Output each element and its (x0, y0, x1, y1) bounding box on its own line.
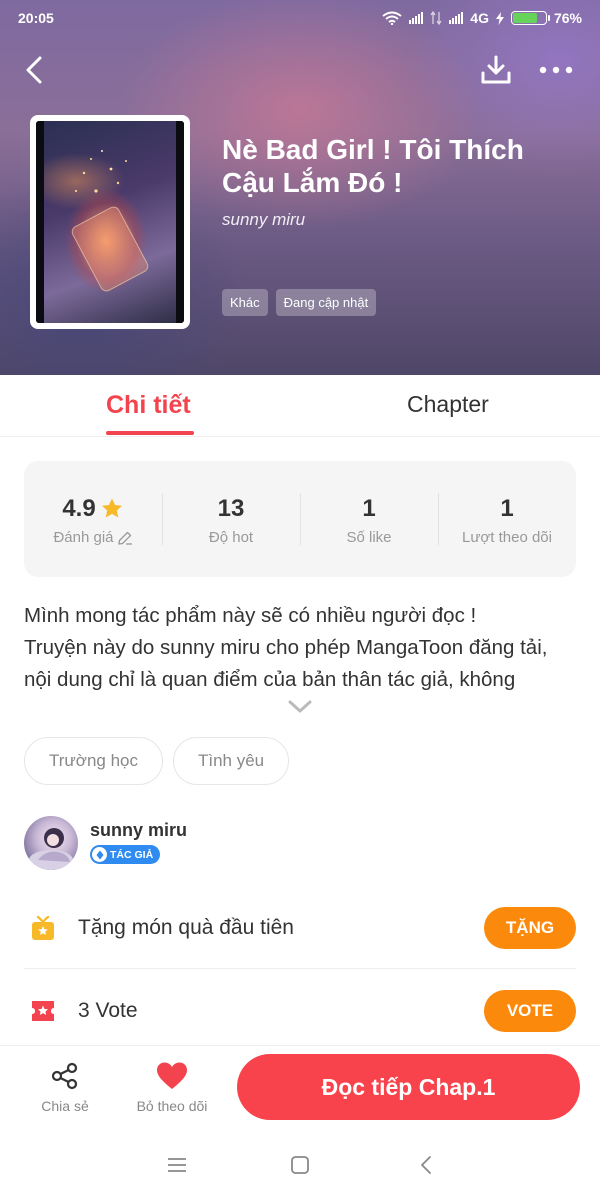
data-transfer-icon (430, 11, 442, 25)
star-icon (101, 498, 122, 518)
hot-value: 13 (217, 495, 245, 522)
share-button[interactable]: Chia sẻ (20, 1060, 110, 1114)
cover-sparkles (71, 150, 149, 292)
pen-nib-icon (92, 847, 107, 862)
back-button[interactable] (14, 50, 54, 90)
download-button[interactable] (476, 50, 516, 90)
unfollow-button[interactable]: Bỏ theo dõi (127, 1060, 217, 1114)
status-icons: 4G 76% (382, 10, 582, 26)
book-header: 20:05 4G 76% Nè Bad Girl ! Tôi Thích Cậu… (0, 0, 600, 375)
tab-chapter[interactable]: Chapter (407, 391, 489, 418)
recent-apps-button[interactable] (164, 1152, 190, 1178)
battery-icon (510, 11, 550, 25)
vote-text: 3 Vote (78, 999, 484, 1023)
book-title: Nè Bad Girl ! Tôi Thích Cậu Lắm Đó ! (222, 134, 524, 198)
likes-value: 1 (362, 495, 376, 522)
menu-icon (168, 1158, 186, 1172)
description-line: nội dung chỉ là quan điểm của bản thân t… (24, 668, 516, 691)
genre-chip[interactable]: Tình yêu (172, 737, 290, 785)
genre-list: Trường học Tình yêu (24, 737, 290, 785)
stats-panel: 4.9 Đánh giá 13 Độ hot 1 Số like 1 Lượt … (24, 461, 576, 577)
rating-label: Đánh giá (53, 529, 114, 546)
vote-row: 3 Vote VOTE (24, 970, 576, 1052)
tab-details[interactable]: Chi tiết (106, 391, 191, 420)
stat-followers: 1 Lượt theo dõi (438, 461, 576, 577)
book-cover[interactable] (30, 115, 190, 329)
chevron-down-icon (288, 700, 312, 713)
status-time: 20:05 (18, 10, 54, 26)
system-navigation-bar (0, 1130, 600, 1200)
gift-button[interactable]: TẶNG (484, 906, 576, 949)
book-cover-image (36, 121, 184, 323)
stat-likes: 1 Số like (300, 461, 438, 577)
stat-hot: 13 Độ hot (162, 461, 300, 577)
wifi-icon (382, 11, 402, 25)
share-icon (51, 1062, 78, 1090)
share-label: Chia sẻ (41, 1098, 89, 1114)
genre-chip[interactable]: Trường học (24, 737, 163, 785)
followers-value: 1 (500, 495, 514, 522)
tab-bar: Chi tiết Chapter (0, 375, 600, 437)
avatar-illustration (29, 828, 73, 870)
network-type: 4G (470, 10, 489, 26)
vote-ticket-icon (28, 996, 58, 1026)
system-back-button[interactable] (413, 1152, 439, 1178)
description-line: Truyện này do sunny miru cho phép MangaT… (24, 636, 548, 659)
book-author[interactable]: sunny miru (222, 210, 305, 230)
vote-count: 3 (78, 999, 90, 1022)
more-options-button[interactable] (536, 50, 576, 90)
author-name[interactable]: sunny miru (90, 820, 187, 841)
rating-value: 4.9 (62, 495, 96, 522)
author-badge-label: TÁC GIẢ (110, 848, 154, 861)
stat-rating[interactable]: 4.9 Đánh giá (24, 461, 162, 577)
hot-label: Độ hot (208, 529, 254, 546)
tag-category[interactable]: Khác (222, 289, 268, 316)
status-bar: 20:05 4G 76% (0, 0, 600, 36)
continue-reading-button[interactable]: Đọc tiếp Chap.1 (237, 1054, 580, 1120)
gift-text: Tặng món quà đầu tiên (78, 915, 294, 939)
likes-label: Số like (346, 529, 392, 546)
chevron-left-icon (421, 1156, 431, 1174)
book-description[interactable]: Mình mong tác phẩm này sẽ có nhiều người… (24, 600, 584, 696)
back-arrow-icon (26, 56, 42, 84)
gift-icon (28, 913, 58, 943)
description-line: Mình mong tác phẩm này sẽ có nhiều người… (24, 604, 477, 627)
bottom-action-bar: Chia sẻ Bỏ theo dõi Đọc tiếp Chap.1 (0, 1045, 600, 1130)
home-button[interactable] (287, 1152, 313, 1178)
signal-icon-2 (449, 12, 464, 24)
heart-icon (157, 1062, 187, 1089)
charging-icon (495, 11, 504, 25)
home-square-icon (291, 1156, 309, 1174)
download-icon (481, 55, 511, 84)
vote-label: Vote (95, 999, 138, 1022)
more-icon (539, 66, 573, 74)
tag-status: Đang cập nhật (275, 289, 377, 316)
followers-label: Lượt theo dõi (462, 529, 552, 546)
signal-icon (409, 12, 424, 24)
edit-pencil-icon (117, 531, 132, 545)
active-tab-indicator (106, 431, 194, 435)
battery-fill (512, 13, 538, 23)
unfollow-label: Bỏ theo dõi (136, 1098, 208, 1114)
book-tags: Khác Đang cập nhật (222, 289, 377, 316)
vote-button[interactable]: VOTE (484, 990, 576, 1032)
gift-row: Tặng món quà đầu tiên TẶNG (24, 887, 576, 969)
expand-description-button[interactable] (288, 700, 312, 719)
battery-percent: 76% (553, 10, 582, 26)
author-avatar[interactable] (24, 816, 78, 870)
author-badge: TÁC GIẢ (90, 845, 161, 864)
